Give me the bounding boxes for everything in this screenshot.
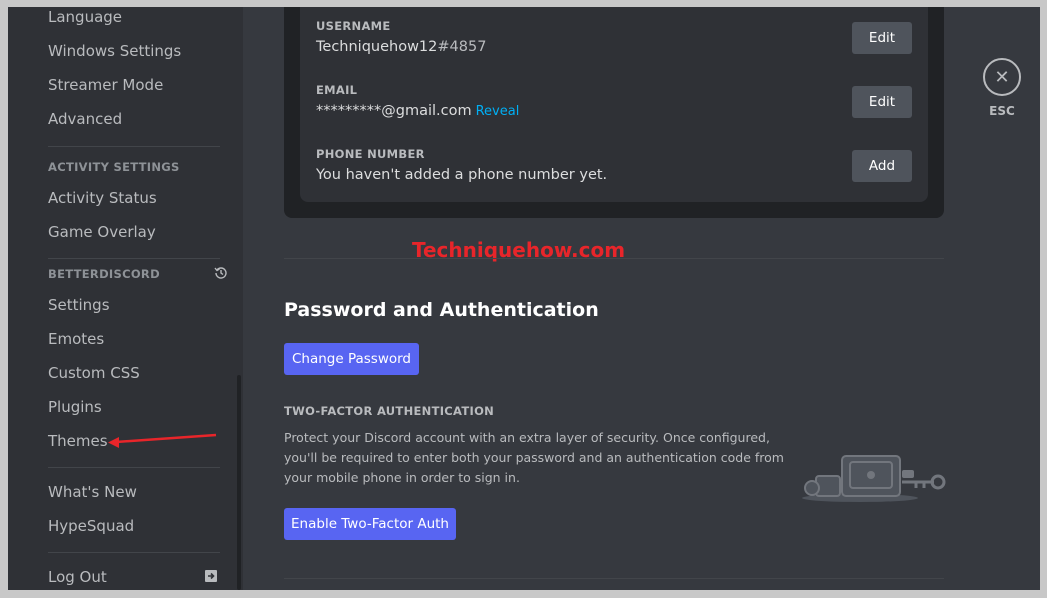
password-section-title: Password and Authentication	[284, 299, 599, 321]
change-password-button[interactable]: Change Password	[284, 343, 419, 375]
tfa-description: Protect your Discord account with an ext…	[284, 430, 784, 485]
email-text: *********@gmail.com	[316, 103, 472, 119]
email-value: *********@gmail.com Reveal	[316, 103, 519, 119]
section-divider	[284, 578, 944, 579]
enable-2fa-button[interactable]: Enable Two-Factor Auth	[284, 508, 456, 540]
sidebar-header-betterdiscord: BETTERDISCORD	[48, 267, 160, 281]
sidebar-item-windows-settings[interactable]: Windows Settings	[48, 42, 181, 60]
sidebar-item-logout[interactable]: Log Out	[48, 568, 107, 586]
sidebar-item-whats-new[interactable]: What's New	[48, 483, 137, 501]
settings-sidebar: Language Windows Settings Streamer Mode …	[8, 7, 243, 590]
sidebar-divider	[48, 467, 220, 468]
email-label: EMAIL	[316, 83, 358, 97]
sidebar-item-themes[interactable]: Themes	[48, 432, 108, 450]
logout-icon[interactable]	[204, 569, 218, 583]
sidebar-item-language[interactable]: Language	[48, 8, 122, 26]
account-card: USERNAME Techniquehow12#4857 Edit EMAIL …	[284, 7, 944, 218]
history-icon[interactable]	[214, 266, 228, 280]
sidebar-item-plugins[interactable]: Plugins	[48, 398, 102, 416]
settings-window: Language Windows Settings Streamer Mode …	[8, 7, 1040, 590]
sidebar-item-bd-settings[interactable]: Settings	[48, 296, 110, 314]
esc-label: ESC	[989, 104, 1015, 118]
add-phone-button[interactable]: Add	[852, 150, 912, 182]
sidebar-header-activity: ACTIVITY SETTINGS	[48, 160, 180, 174]
tfa-header: TWO-FACTOR AUTHENTICATION	[284, 404, 495, 418]
sidebar-item-emotes[interactable]: Emotes	[48, 330, 104, 348]
close-icon[interactable]: ✕	[983, 58, 1021, 96]
security-illustration-icon	[802, 455, 946, 502]
username-text: Techniquehow12	[316, 39, 438, 55]
section-divider	[284, 258, 944, 259]
edit-email-button[interactable]: Edit	[852, 86, 912, 118]
annotation-arrow-icon	[108, 433, 217, 448]
phone-value: You haven't added a phone number yet.	[316, 167, 608, 183]
sidebar-scrollbar[interactable]	[237, 375, 241, 590]
account-fields: USERNAME Techniquehow12#4857 Edit EMAIL …	[300, 7, 928, 202]
discriminator-text: #4857	[437, 39, 487, 55]
close-button[interactable]: ✕ ESC	[983, 58, 1021, 118]
username-label: USERNAME	[316, 19, 391, 33]
sidebar-divider	[48, 146, 220, 147]
sidebar-item-streamer-mode[interactable]: Streamer Mode	[48, 76, 163, 94]
phone-label: PHONE NUMBER	[316, 147, 425, 161]
reveal-email-link[interactable]: Reveal	[476, 104, 520, 119]
sidebar-divider	[48, 258, 220, 259]
sidebar-item-game-overlay[interactable]: Game Overlay	[48, 223, 156, 241]
edit-username-button[interactable]: Edit	[852, 22, 912, 54]
sidebar-item-hypesquad[interactable]: HypeSquad	[48, 517, 134, 535]
sidebar-divider	[48, 552, 220, 553]
username-value: Techniquehow12#4857	[316, 39, 486, 55]
sidebar-item-activity-status[interactable]: Activity Status	[48, 189, 157, 207]
sidebar-item-advanced[interactable]: Advanced	[48, 110, 122, 128]
sidebar-item-custom-css[interactable]: Custom CSS	[48, 364, 140, 382]
